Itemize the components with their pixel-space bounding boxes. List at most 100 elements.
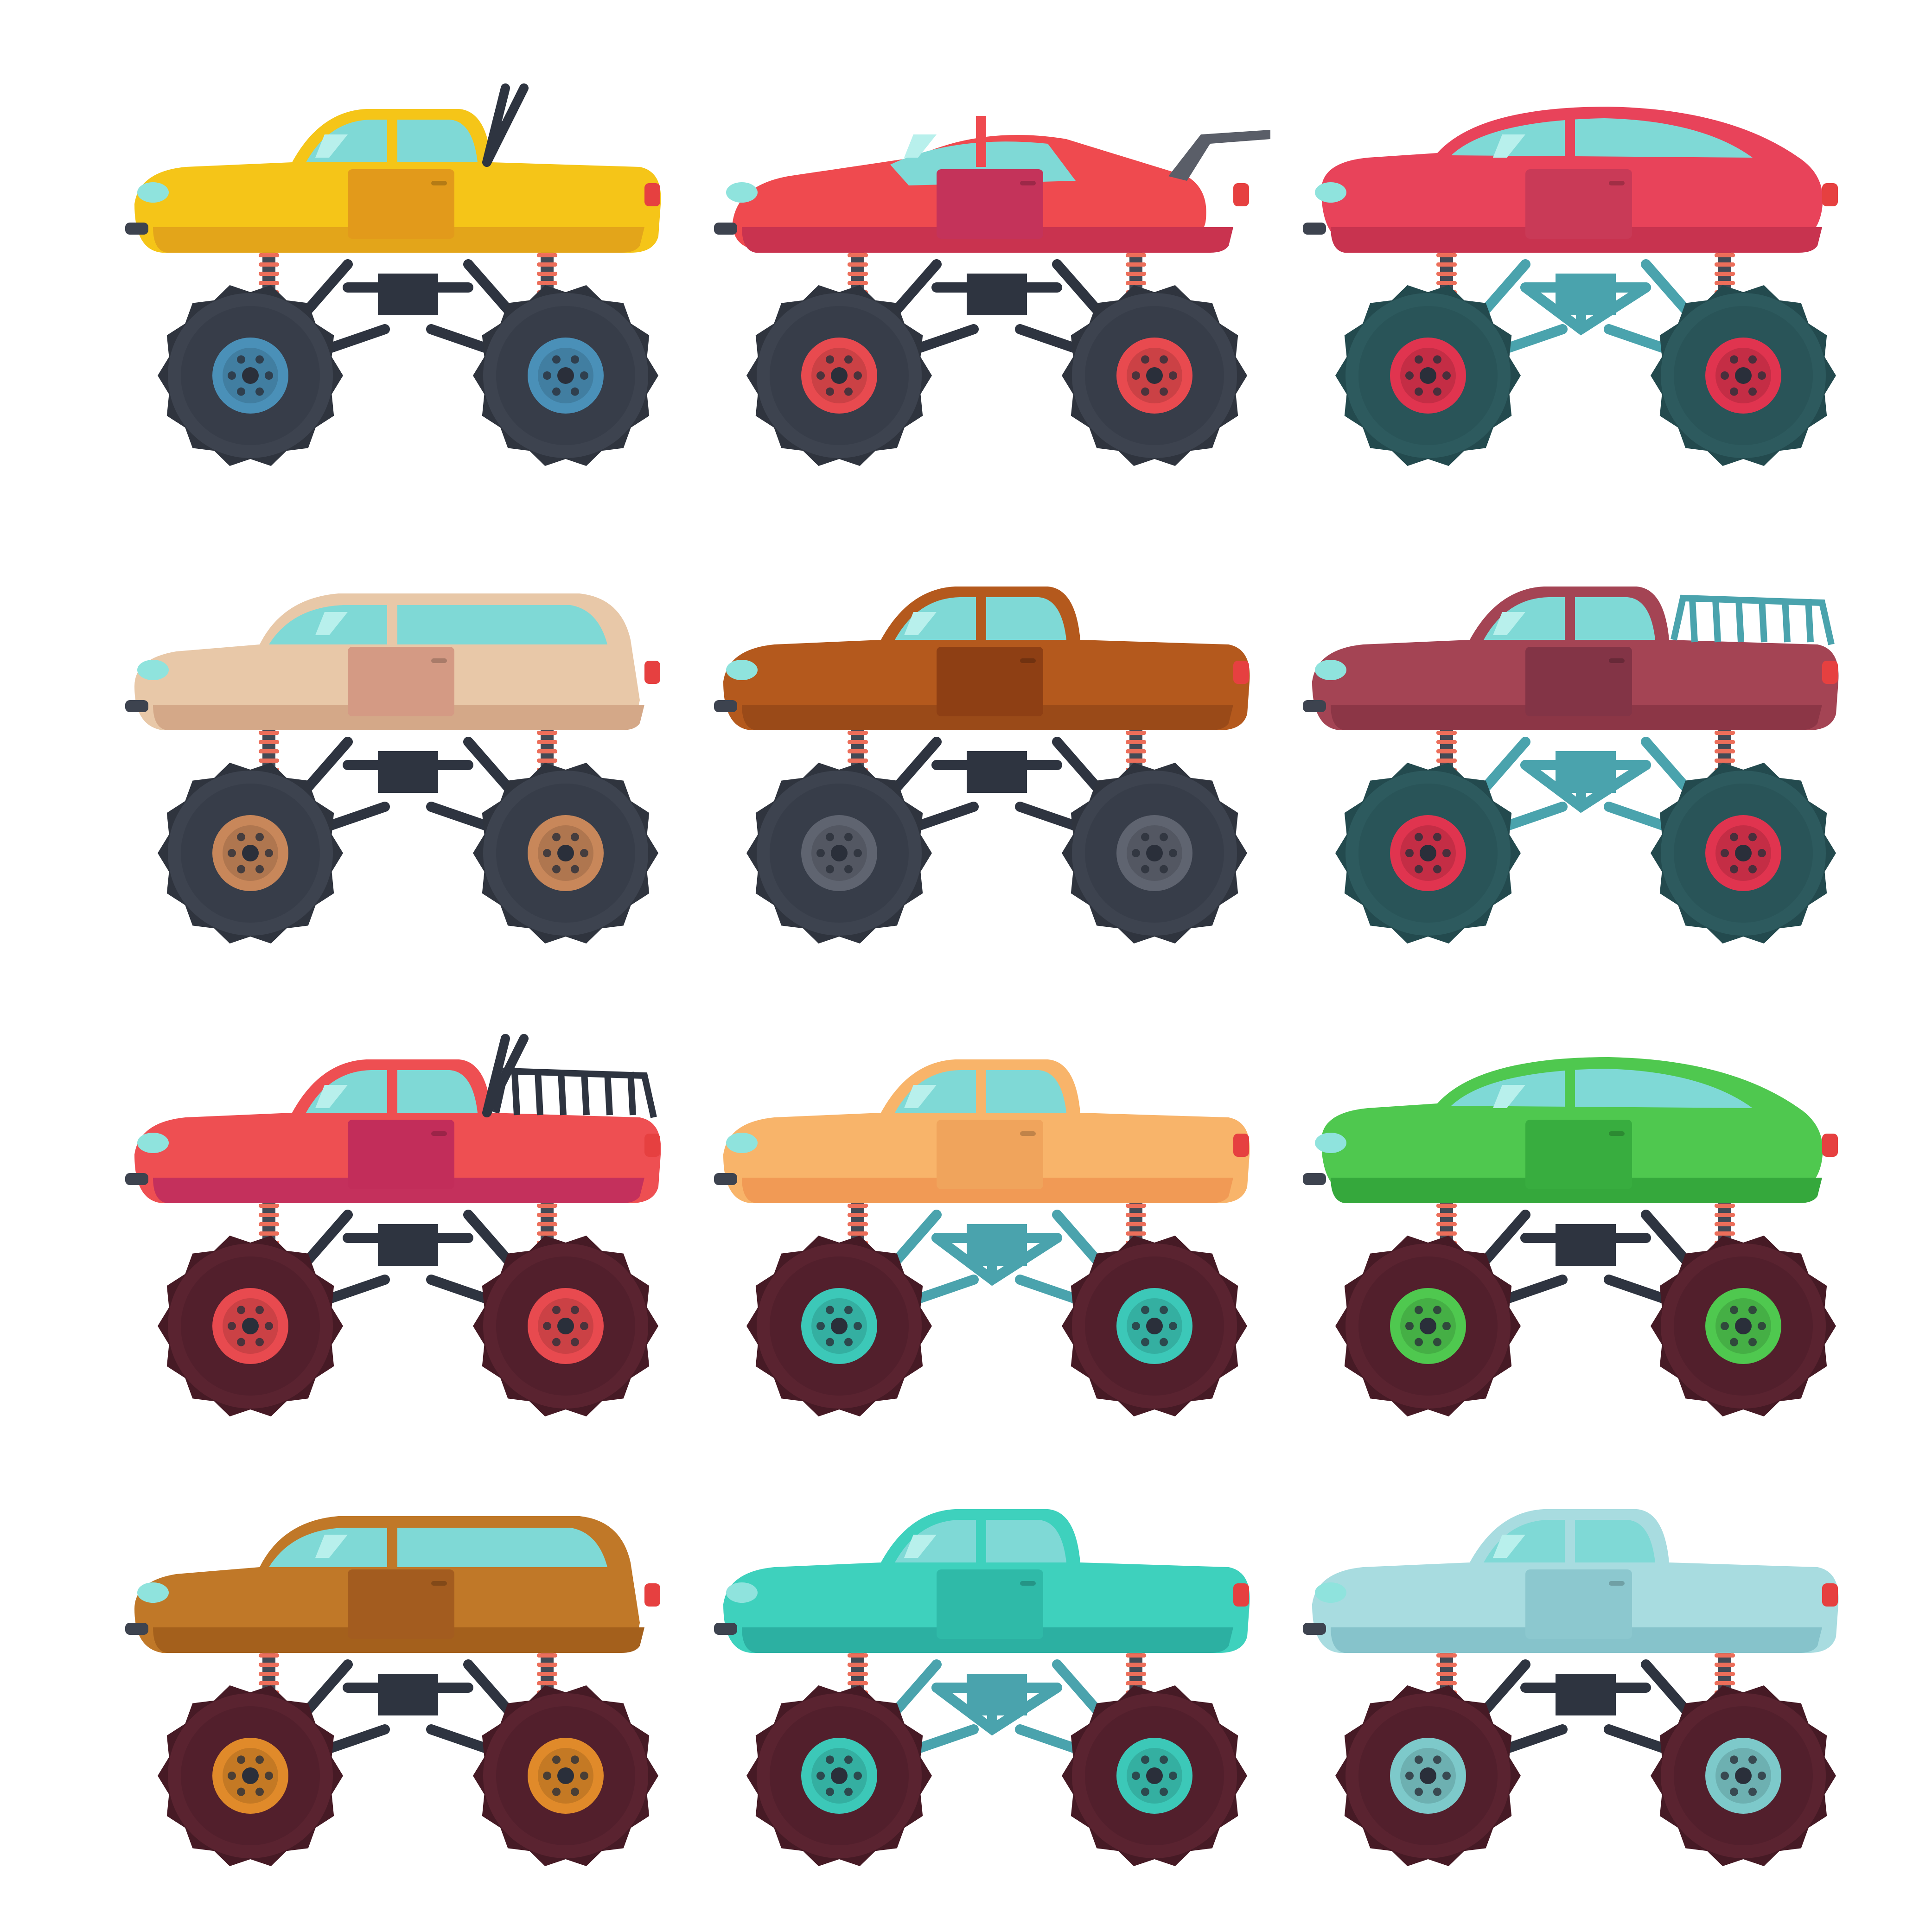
lug-nut	[1160, 1787, 1168, 1796]
rear-spoiler	[1168, 130, 1270, 181]
axle-housing	[967, 751, 1027, 793]
lug-nut	[826, 1338, 834, 1346]
lug-nut	[816, 371, 825, 380]
lug-nut	[1169, 1322, 1177, 1330]
beige-suv-monster-truck	[107, 547, 709, 964]
lug-nut	[580, 849, 588, 857]
lug-nut	[1160, 865, 1168, 874]
truck-body	[1303, 107, 1838, 253]
hub	[1735, 845, 1752, 861]
lug-nut	[255, 1338, 264, 1346]
lug-nut	[265, 371, 273, 380]
lug-nut	[826, 355, 834, 364]
headlight	[1315, 660, 1346, 680]
door	[348, 169, 454, 239]
lug-nut	[1748, 833, 1757, 842]
lug-nut	[816, 1772, 825, 1780]
lug-nut	[1405, 371, 1414, 380]
front-bumper	[125, 1623, 148, 1635]
hub	[831, 1318, 848, 1334]
axle-housing	[1556, 751, 1616, 793]
axle-housing	[1556, 1674, 1616, 1715]
wheel	[1062, 1685, 1247, 1866]
truck-graphic	[714, 1059, 1250, 1416]
hub	[831, 845, 848, 861]
lug-nut	[1169, 849, 1177, 857]
lug-nut	[543, 849, 551, 857]
lug-nut	[1415, 355, 1423, 364]
headlight	[137, 1582, 169, 1603]
wheel	[746, 1236, 932, 1416]
front-bumper	[125, 1173, 148, 1185]
lug-nut	[571, 1338, 579, 1346]
hub	[242, 367, 259, 384]
taillight	[1822, 1583, 1838, 1607]
lug-nut	[237, 1306, 245, 1314]
hub	[557, 845, 574, 861]
lug-nut	[265, 849, 273, 857]
taillight	[644, 1583, 660, 1607]
lug-nut	[228, 849, 236, 857]
lug-nut	[1405, 849, 1414, 857]
lug-nut	[255, 1787, 264, 1796]
lug-nut	[228, 1772, 236, 1780]
door-handle	[1020, 1131, 1036, 1136]
headlight	[137, 1133, 169, 1153]
hub	[557, 1767, 574, 1784]
lug-nut	[1433, 865, 1441, 874]
front-bumper	[1303, 1173, 1326, 1185]
taillight	[1233, 1583, 1249, 1607]
lug-nut	[1141, 1306, 1149, 1314]
taillight	[644, 661, 660, 684]
lug-nut	[1748, 1306, 1757, 1314]
wheel	[1062, 763, 1247, 944]
lug-nut	[1721, 1322, 1729, 1330]
lug-nut	[826, 1787, 834, 1796]
red-sports-monster-truck	[695, 70, 1298, 487]
lug-nut	[1160, 355, 1168, 364]
lug-nut	[1730, 355, 1738, 364]
lug-nut	[237, 833, 245, 842]
axle-housing	[1556, 274, 1616, 315]
door-handle	[1609, 1581, 1625, 1586]
lug-nut	[1730, 1755, 1738, 1764]
hub	[831, 367, 848, 384]
lug-nut	[1758, 849, 1766, 857]
lug-nut	[1160, 1755, 1168, 1764]
lug-nut	[255, 387, 264, 396]
window-pillar	[1565, 1066, 1575, 1117]
lug-nut	[1415, 387, 1423, 396]
front-bumper	[1303, 1623, 1326, 1635]
hub	[1735, 1318, 1752, 1334]
hub	[557, 1318, 574, 1334]
monster-truck-sheet	[0, 0, 1932, 1932]
front-bumper	[714, 1173, 737, 1185]
lug-nut	[816, 1322, 825, 1330]
lug-nut	[844, 1787, 853, 1796]
headlight	[726, 660, 758, 680]
truck-body	[125, 593, 660, 730]
axle-housing	[378, 751, 438, 793]
headlight	[726, 1133, 758, 1153]
yellow-pickup-monster-truck	[107, 70, 709, 487]
door	[348, 1120, 454, 1189]
door	[937, 169, 1043, 239]
lug-nut	[571, 1306, 579, 1314]
lug-nut	[255, 833, 264, 842]
lug-nut	[265, 1322, 273, 1330]
lug-nut	[1415, 1755, 1423, 1764]
door	[937, 647, 1043, 716]
door-handle	[431, 1581, 447, 1586]
lug-nut	[1160, 387, 1168, 396]
lug-nut	[1141, 1755, 1149, 1764]
lug-nut	[255, 865, 264, 874]
wheel	[1335, 1236, 1521, 1416]
lug-nut	[1433, 1787, 1441, 1796]
lug-nut	[1433, 1338, 1441, 1346]
lug-nut	[1160, 1306, 1168, 1314]
lug-nut	[552, 1787, 561, 1796]
lug-nut	[1415, 865, 1423, 874]
window-pillar	[1565, 593, 1575, 644]
lug-nut	[1730, 833, 1738, 842]
lug-nut	[844, 355, 853, 364]
